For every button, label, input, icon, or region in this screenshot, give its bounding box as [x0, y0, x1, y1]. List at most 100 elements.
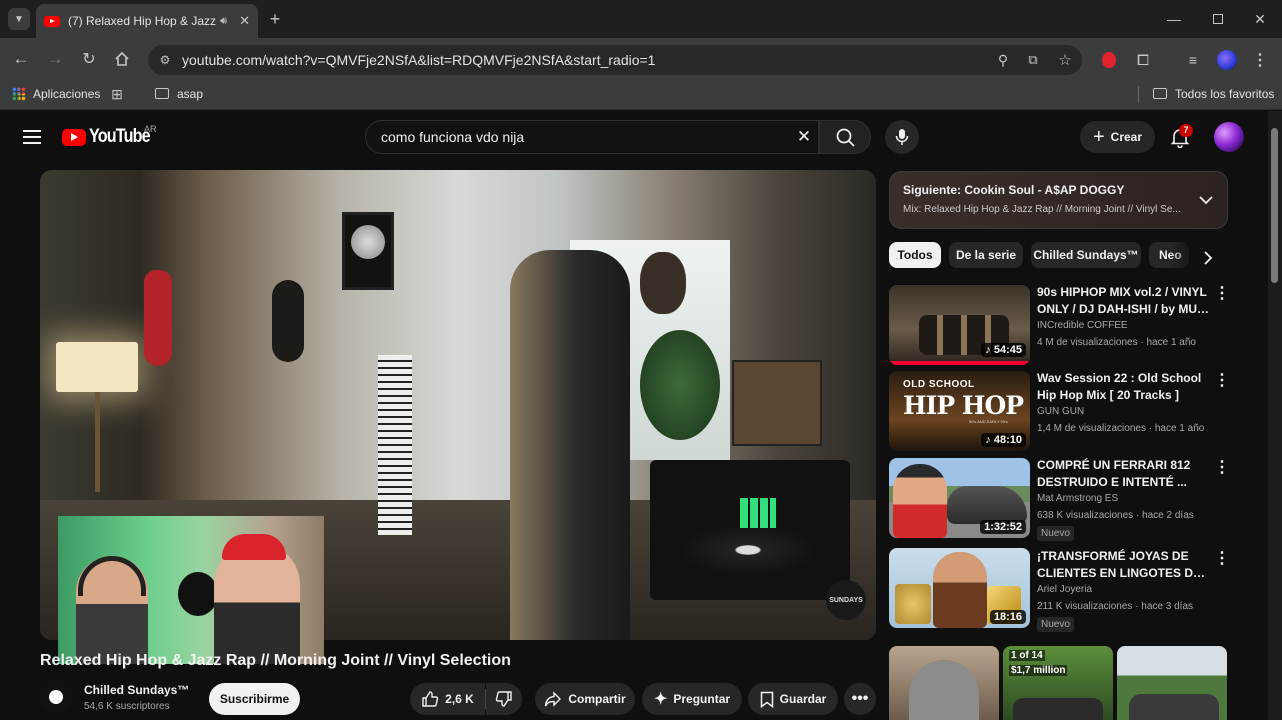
video-thumbnail[interactable]: 18:16: [889, 548, 1030, 628]
video-thumbnail[interactable]: ♪ 54:45: [889, 285, 1030, 365]
video-title-line2[interactable]: DESTRUIDO E INTENTÉ ...: [1037, 474, 1213, 491]
chip-all[interactable]: Todos: [889, 242, 941, 268]
bookmark-star-icon[interactable]: ☆: [1048, 51, 1082, 69]
thumbs-down-icon: [495, 691, 512, 707]
webcam-person-right: [214, 544, 300, 664]
video-channel[interactable]: Ariel Joyeria: [1037, 584, 1092, 595]
more-vertical-icon[interactable]: ⋮: [1214, 372, 1230, 390]
video-channel[interactable]: Mat Armstrong ES: [1037, 493, 1118, 504]
short-text-1: 1 of 14: [1009, 650, 1045, 661]
short-thumbnail[interactable]: 1 of 14 $1,7 million: [1003, 646, 1113, 720]
more-vertical-icon[interactable]: ⋮: [1214, 459, 1230, 477]
webcam-microphone: [178, 572, 218, 616]
dislike-button[interactable]: [486, 683, 522, 715]
forward-icon[interactable]: →: [44, 48, 66, 70]
duration-text: 54:45: [993, 344, 1022, 356]
folder-icon: [155, 88, 169, 99]
channel-name[interactable]: Chilled Sundays™: [84, 683, 189, 697]
chevron-right-icon[interactable]: [1198, 248, 1218, 268]
short-car: [1129, 694, 1219, 720]
extension-red-icon[interactable]: [1099, 50, 1119, 70]
zoom-icon[interactable]: ⚲: [988, 52, 1018, 69]
video-frame-plant: [640, 330, 720, 440]
video-frame-poster: [732, 360, 822, 446]
subscribe-button[interactable]: Suscribirme: [209, 683, 300, 715]
search-query: como funciona vdo nija: [381, 129, 525, 145]
url-text: youtube.com/watch?v=QMVFje2NSfA&list=RDQ…: [182, 52, 656, 68]
short-car: [1013, 698, 1103, 720]
minimize-icon[interactable]: —: [1162, 8, 1186, 30]
watch-progress-bar: [889, 361, 1030, 365]
video-frame-vinyl: [668, 520, 828, 580]
thumbnail-jewelry-bag: [895, 584, 931, 624]
video-frame-person: [510, 250, 630, 640]
search-button[interactable]: [819, 120, 871, 154]
video-title-line1[interactable]: COMPRÉ UN FERRARI 812: [1037, 457, 1213, 474]
more-vertical-icon[interactable]: ⋮: [1214, 550, 1230, 568]
share-button[interactable]: Compartir: [535, 683, 635, 715]
scrollbar-thumb[interactable]: [1271, 128, 1278, 283]
save-button[interactable]: Guardar: [748, 683, 838, 715]
video-stats: 4 M de visualizaciones · hace 1 año: [1037, 337, 1196, 348]
youtube-play-icon: [62, 128, 86, 146]
like-button[interactable]: 2,6 K: [410, 683, 485, 715]
profile-avatar[interactable]: [1217, 50, 1237, 70]
search-input[interactable]: como funciona vdo nija: [365, 120, 819, 154]
chrome-menu-icon[interactable]: ⋮: [1250, 50, 1270, 70]
video-thumbnail[interactable]: 1:32:52: [889, 458, 1030, 538]
youtube-favicon-icon: [44, 15, 60, 27]
address-bar[interactable]: ⚙︎ youtube.com/watch?v=QMVFje2NSfA&list=…: [148, 45, 1082, 75]
video-title-line1[interactable]: 90s HIPHOP MIX vol.2 / VINYL: [1037, 284, 1213, 301]
short-thumbnail[interactable]: [1117, 646, 1227, 720]
back-icon[interactable]: ←: [10, 48, 32, 70]
menu-hamburger-icon[interactable]: [20, 126, 44, 148]
chevron-down-icon[interactable]: [1196, 190, 1216, 210]
video-channel[interactable]: INCredible COFFEE: [1037, 320, 1128, 331]
install-app-icon[interactable]: ⧉: [1018, 52, 1048, 68]
voice-search-button[interactable]: [885, 120, 919, 154]
video-title-line1[interactable]: ¡TRANSFORMÉ JOYAS DE: [1037, 548, 1213, 565]
site-settings-icon[interactable]: ⚙︎: [148, 53, 182, 67]
bookmark-all-favorites[interactable]: Todos los favoritos: [1175, 87, 1274, 101]
playlist-next-title: Siguiente: Cookin Soul - A$AP DOGGY: [903, 183, 1125, 197]
grid-icon[interactable]: ⊞: [109, 85, 125, 103]
create-label: Crear: [1110, 130, 1143, 144]
channel-avatar[interactable]: [40, 681, 72, 713]
browser-tab-active[interactable]: (7) Relaxed Hip Hop & Jazz 🔊︎ ✕: [36, 4, 258, 38]
chip-channel[interactable]: Chilled Sundays™: [1031, 242, 1141, 268]
audio-playing-icon[interactable]: 🔊︎: [220, 15, 227, 28]
more-actions-button[interactable]: •••: [844, 683, 876, 715]
tab-search-button[interactable]: ▼: [8, 8, 30, 30]
close-window-icon[interactable]: ✕: [1248, 8, 1272, 30]
ask-button[interactable]: ✦ Preguntar: [642, 683, 742, 715]
bookmark-folder-asap[interactable]: asap: [177, 87, 203, 101]
video-title-line2[interactable]: CLIENTES EN LINGOTES DE ...: [1037, 565, 1213, 582]
new-tab-icon[interactable]: +: [264, 8, 286, 30]
chip-series[interactable]: De la serie: [949, 242, 1023, 268]
extensions-puzzle-icon[interactable]: ⧠: [1133, 50, 1153, 70]
video-channel[interactable]: GUN GUN: [1037, 406, 1084, 417]
video-title-line2[interactable]: Hip Hop Mix [ 20 Tracks ]: [1037, 387, 1213, 404]
video-title-line1[interactable]: Wav Session 22 : Old School: [1037, 370, 1213, 387]
create-button[interactable]: + Crear: [1080, 121, 1155, 153]
video-title-line2[interactable]: ONLY / DJ DAH-ISHI / by MUSI...: [1037, 301, 1213, 318]
search-icon: [836, 128, 855, 147]
microphone-icon: [895, 129, 909, 145]
media-controls-icon[interactable]: ≡: [1183, 50, 1203, 70]
playlist-next-panel[interactable]: Siguiente: Cookin Soul - A$AP DOGGY Mix:…: [889, 171, 1228, 229]
restore-icon[interactable]: [1206, 8, 1230, 30]
bookmark-apps[interactable]: Aplicaciones: [33, 87, 100, 101]
clear-search-icon[interactable]: ✕: [793, 126, 815, 148]
apps-grid-icon[interactable]: [12, 87, 26, 101]
short-thumbnail[interactable]: [889, 646, 999, 720]
video-thumbnail[interactable]: OLD SCHOOL HIP HOP 90's AND EARLY 00's ♪…: [889, 371, 1030, 451]
more-vertical-icon[interactable]: ⋮: [1214, 285, 1230, 303]
bookmarks-bar: Aplicaciones ⊞ asap Todos los favoritos: [0, 80, 1282, 110]
video-stats: 638 K visualizaciones · hace 2 días: [1037, 510, 1194, 521]
video-duration: ♪ 48:10: [981, 433, 1026, 447]
home-icon[interactable]: [111, 48, 133, 70]
reload-icon[interactable]: ↻: [78, 48, 100, 70]
account-avatar[interactable]: [1214, 122, 1244, 152]
thumbnail-90s-text: 90's AND EARLY 00's: [969, 419, 1008, 424]
close-tab-icon[interactable]: ✕: [239, 13, 250, 29]
